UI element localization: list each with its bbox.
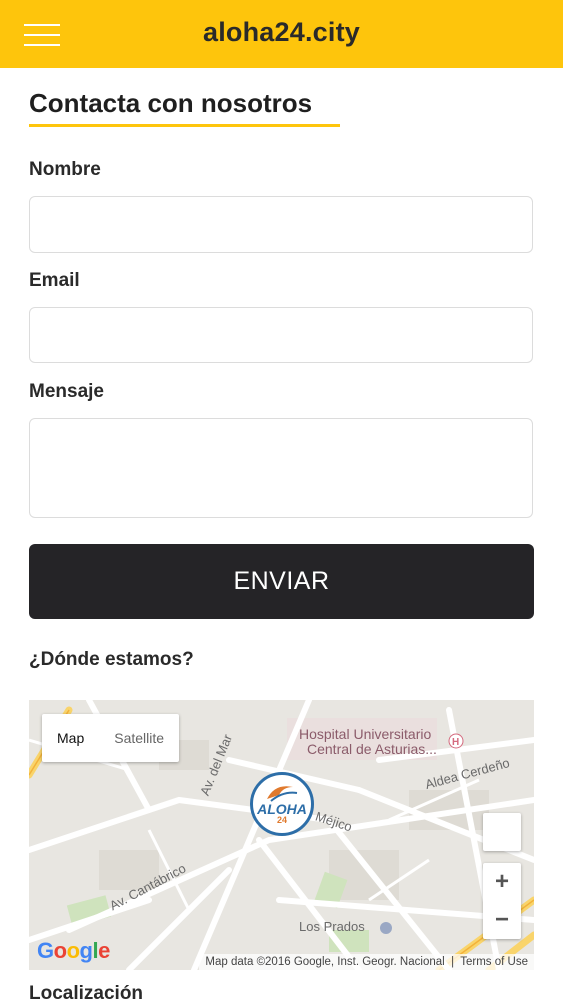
los-prados-label: Los Prados <box>299 919 365 934</box>
map-type-control: Map Satellite <box>42 714 180 762</box>
zoom-in-button[interactable]: + <box>483 863 521 901</box>
zoom-control: + − <box>483 863 521 939</box>
page-title: Contacta con nosotros <box>29 88 313 118</box>
message-label: Mensaje <box>29 381 104 402</box>
send-button[interactable]: ENVIAR <box>29 544 534 619</box>
top-app-bar: aloha24.city <box>0 0 563 68</box>
brand-title: aloha24.city <box>203 17 360 47</box>
zoom-out-button[interactable]: − <box>483 901 521 939</box>
attribution-text: Map data ©2016 Google, Inst. Geogr. Naci… <box>205 956 445 968</box>
svg-text:H: H <box>452 737 459 748</box>
name-field[interactable] <box>29 196 533 253</box>
marker-number: 24 <box>276 815 287 825</box>
hospital-label-2: Central de Asturias... <box>307 741 437 757</box>
street-view-button[interactable] <box>483 813 521 851</box>
map[interactable]: H Hospital Universitario Central de Astu… <box>29 700 534 970</box>
message-field[interactable] <box>29 418 533 518</box>
terms-link[interactable]: Terms of Use <box>460 956 528 968</box>
google-logo: Google <box>37 938 110 963</box>
title-underline <box>29 124 340 127</box>
where-heading: ¿Dónde estamos? <box>29 649 194 670</box>
map-attribution: Map data ©2016 Google, Inst. Geogr. Naci… <box>199 954 534 970</box>
email-label: Email <box>29 270 80 291</box>
map-type-satellite-button[interactable]: Satellite <box>99 714 179 762</box>
localizacion-heading: Localización <box>29 983 144 1000</box>
hospital-label-1: Hospital Universitario <box>299 726 432 742</box>
aloha24-map-marker[interactable]: ALOHA 24 <box>250 772 314 836</box>
name-label: Nombre <box>29 159 101 180</box>
map-type-map-button[interactable]: Map <box>42 714 99 762</box>
email-field[interactable] <box>29 307 533 363</box>
